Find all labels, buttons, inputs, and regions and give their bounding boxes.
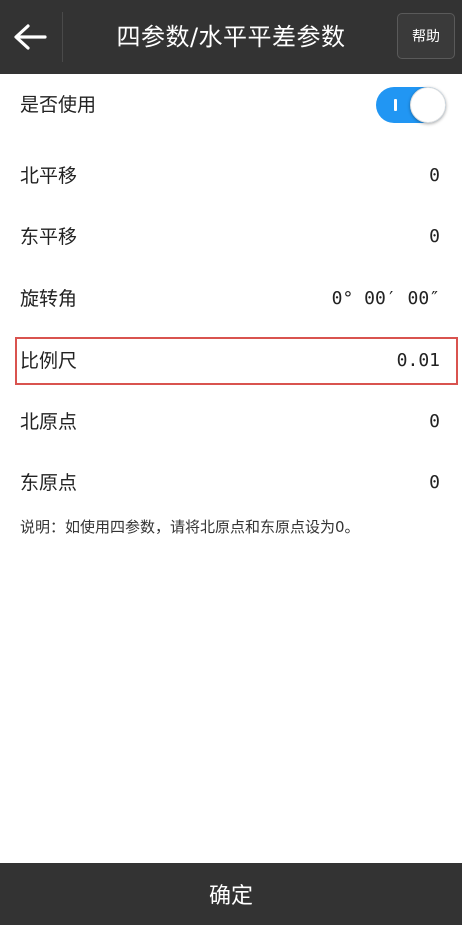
header-divider: [62, 12, 63, 62]
page-title: 四参数/水平平差参数: [116, 23, 346, 51]
north-shift-value: 0: [429, 165, 440, 186]
rotation-row[interactable]: 旋转角 0° 00′ 00″: [0, 276, 462, 322]
help-button[interactable]: 帮助: [397, 13, 455, 59]
east-origin-value: 0: [429, 472, 440, 493]
enable-row: 是否使用: [0, 82, 462, 128]
scale-row[interactable]: 比例尺 0.01: [0, 338, 462, 384]
east-origin-row[interactable]: 东原点 0: [0, 460, 462, 506]
toggle-on-mark: [394, 99, 397, 111]
east-shift-value: 0: [429, 226, 440, 247]
rotation-label: 旋转角: [20, 288, 78, 310]
east-origin-label: 东原点: [20, 472, 78, 494]
north-origin-value: 0: [429, 411, 440, 432]
north-shift-row[interactable]: 北平移 0: [0, 153, 462, 199]
note-text: 说明：如使用四参数，请将北原点和东原点设为0。: [20, 518, 360, 536]
confirm-button[interactable]: 确定: [0, 863, 462, 925]
arrow-left-icon: [14, 24, 47, 50]
toggle-knob: [410, 87, 446, 123]
header-bar: 四参数/水平平差参数 帮助: [0, 0, 462, 74]
north-origin-label: 北原点: [20, 411, 78, 433]
enable-toggle[interactable]: [376, 87, 446, 123]
scale-label: 比例尺: [20, 350, 78, 372]
back-button[interactable]: [0, 0, 60, 74]
rotation-value: 0° 00′ 00″: [331, 288, 440, 309]
east-shift-label: 东平移: [20, 226, 78, 248]
enable-label: 是否使用: [20, 94, 97, 116]
east-shift-row[interactable]: 东平移 0: [0, 214, 462, 260]
scale-value: 0.01: [396, 350, 440, 371]
north-shift-label: 北平移: [20, 165, 78, 187]
north-origin-row[interactable]: 北原点 0: [0, 399, 462, 445]
